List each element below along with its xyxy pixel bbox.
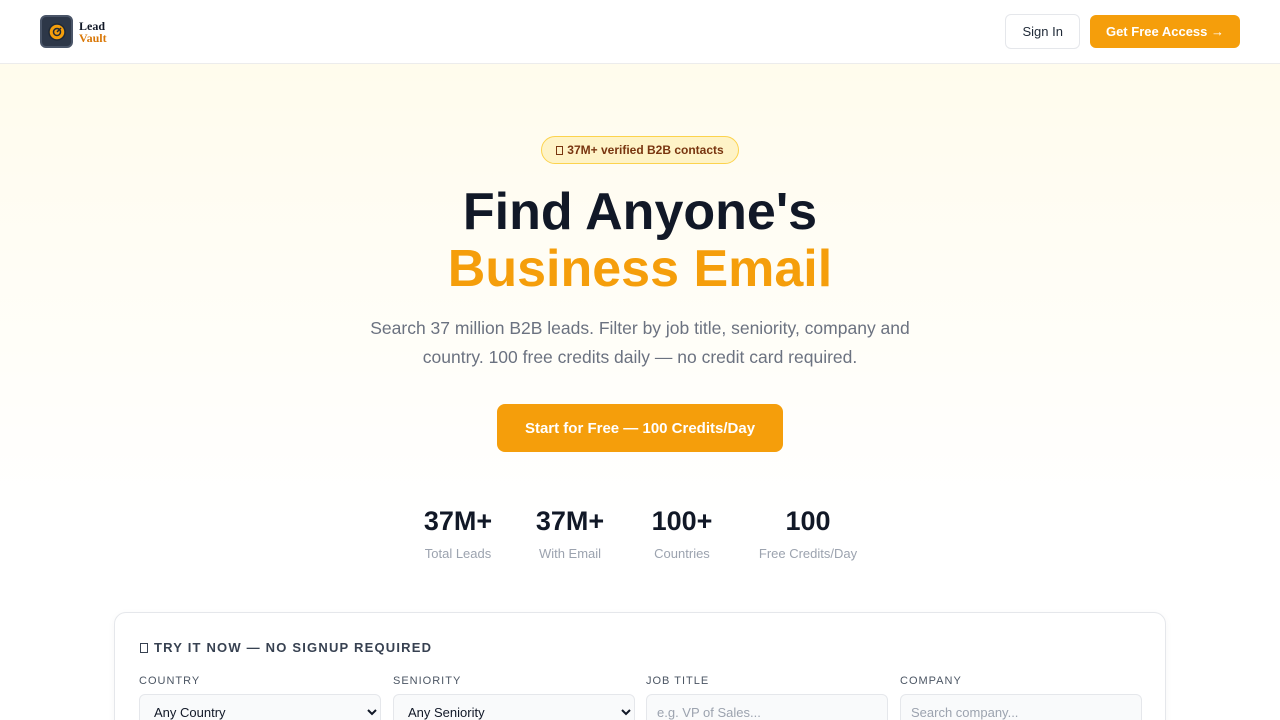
country-select[interactable]: Any Country [139,694,381,720]
logo[interactable]: Lead Vault [40,15,107,48]
seniority-select[interactable]: Any Seniority [393,694,635,720]
job-title-label: JOB TITLE [646,675,710,687]
start-free-button[interactable]: Start for Free — 100 Credits/Day [497,404,783,452]
company-label: COMPANY [900,675,962,687]
company-input[interactable] [900,694,1142,720]
stat-label: Total Leads [424,546,492,561]
badge-icon [556,145,564,155]
hero-title-line2: Business Email [447,240,833,298]
search-card: TRY IT NOW — NO SIGNUP REQUIRED COUNTRY … [114,612,1166,720]
stat-total-leads: 37M+ Total Leads [422,504,494,561]
stat-value: 37M+ [423,506,493,536]
navbar: Lead Vault Sign In Get Free Access → [0,0,1280,64]
stats-row: 37M+ Total Leads 37M+ With Email 100+ Co… [0,504,1280,561]
stat-value: 100+ [651,506,713,536]
stat-countries: 100+ Countries [646,504,718,561]
search-card-icon [140,642,148,653]
stat-value: 100 [785,506,831,536]
country-label: COUNTRY [139,675,201,687]
seniority-label: SENIORITY [393,675,462,687]
search-card-title-text: TRY IT NOW — NO SIGNUP REQUIRED [154,640,433,655]
hero-badge: 37M+ verified B2B contacts [541,136,739,164]
logo-text-vault: Vault [79,30,107,45]
stat-label: Countries [654,546,710,561]
stat-free-credits: 100 Free Credits/Day [758,504,858,561]
job-title-input[interactable] [646,694,888,720]
vault-icon [40,15,73,48]
stat-label: Free Credits/Day [758,546,858,561]
nav-actions: Sign In Get Free Access → [1005,14,1240,49]
get-free-access-button[interactable]: Get Free Access → [1089,15,1240,48]
hero-title-line1: Find Anyone's [462,183,818,241]
hero-subtitle: Search 37 million B2B leads. Filter by j… [370,318,910,367]
stat-label: With Email [538,546,602,561]
badge-text: 37M+ verified B2B contacts [567,143,724,157]
stat-with-email: 37M+ With Email [534,504,606,561]
search-card-title: TRY IT NOW — NO SIGNUP REQUIRED [140,640,432,655]
logo-text-lead: Lead [79,18,106,33]
sign-in-button[interactable]: Sign In [1005,14,1080,49]
stat-value: 37M+ [535,506,605,536]
